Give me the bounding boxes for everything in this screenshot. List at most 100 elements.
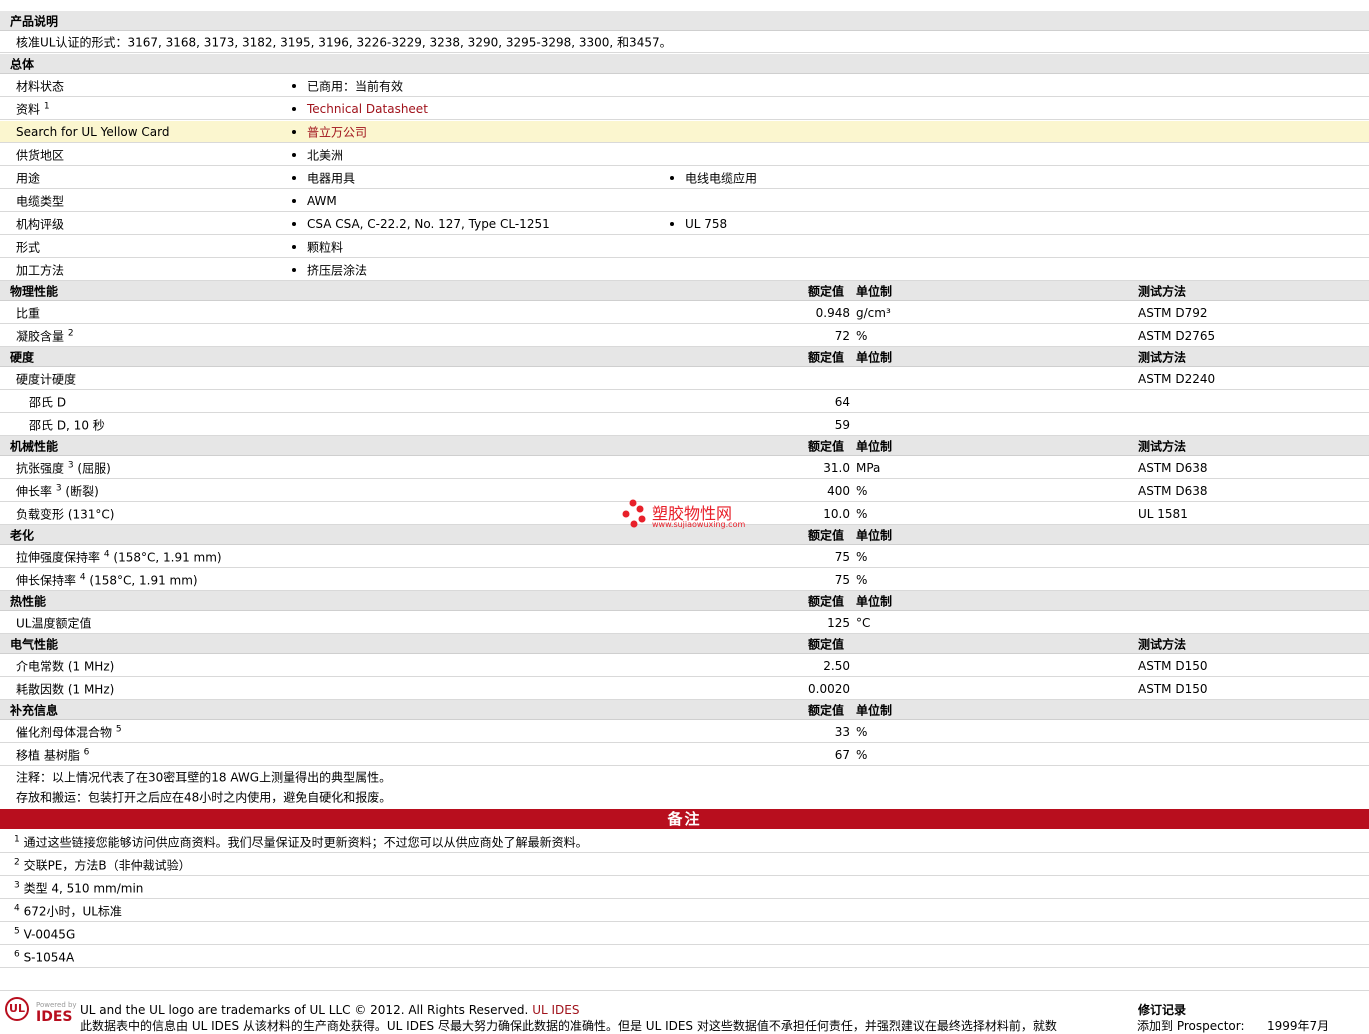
row-value: 72 bbox=[834, 328, 850, 343]
footnote-ref: 4 bbox=[103, 549, 110, 559]
general-row-literature: 资料 1 Technical Datasheet bbox=[0, 98, 1369, 120]
row-label: 拉伸强度保持率 4 (158°C, 1.91 mm) bbox=[16, 549, 222, 564]
row-label: 凝胶含量 2 bbox=[16, 328, 74, 343]
note-line: 存放和搬运：包装打开之后应在48小时之内使用，避免自硬化和报废。 bbox=[0, 787, 1369, 807]
section-header-supplemental: 补充信息 额定值 单位制 bbox=[0, 700, 1369, 720]
section-title: 电气性能 bbox=[10, 637, 59, 651]
general-row-form: 形式 颗粒料 bbox=[0, 236, 1369, 258]
bullet-icon bbox=[292, 267, 296, 272]
row-unit: % bbox=[856, 483, 868, 498]
thermal-row-ul-temp: UL温度额定值 125 °C bbox=[0, 612, 1369, 634]
section-title: 机械性能 bbox=[10, 439, 59, 453]
bullet-icon bbox=[292, 175, 296, 180]
col-nominal: 额定值 bbox=[808, 637, 845, 651]
bullet-icon bbox=[292, 129, 296, 134]
mechanical-row-tensile: 抗张强度 3 (屈服) 31.0 MPa ASTM D638 bbox=[0, 457, 1369, 479]
row-unit: % bbox=[856, 506, 868, 521]
section-header-general: 总体 bbox=[0, 54, 1369, 74]
row-unit: % bbox=[856, 747, 868, 762]
technical-datasheet-link[interactable]: Technical Datasheet bbox=[307, 102, 428, 116]
note-text: 存放和搬运：包装打开之后应在48小时之内使用，避免自硬化和报废。 bbox=[16, 790, 392, 805]
aging-row-tensile-retention: 拉伸强度保持率 4 (158°C, 1.91 mm) 75 % bbox=[0, 546, 1369, 568]
row-label: 催化剂母体混合物 5 bbox=[16, 724, 122, 739]
hardness-row-shore-d-10s: 邵氏 D, 10 秒 59 bbox=[0, 414, 1369, 436]
footnote-ref: 3 bbox=[55, 483, 62, 493]
disclaimer-text: 此数据表中的信息由 UL IDES 从该材料的生产商处获得。UL IDES 尽最… bbox=[80, 1019, 1057, 1033]
section-header-hardness: 硬度 额定值 单位制 测试方法 bbox=[0, 347, 1369, 367]
col-nominal: 额定值 bbox=[808, 703, 845, 717]
row-value: 北美洲 bbox=[307, 148, 344, 162]
section-title: 总体 bbox=[10, 57, 35, 71]
powered-by-text: Powered by bbox=[36, 1001, 77, 1009]
row-label: 伸长保持率 4 (158°C, 1.91 mm) bbox=[16, 572, 198, 587]
general-row-uses: 用途 电器用具 电线电缆应用 bbox=[0, 167, 1369, 189]
row-method: ASTM D2240 bbox=[1138, 371, 1216, 386]
revision-title: 修订记录 bbox=[1138, 1003, 1187, 1017]
remark-text: 4 672小时，UL标准 bbox=[14, 903, 122, 918]
row-value: 挤压层涂法 bbox=[307, 263, 368, 277]
row-label: 用途 bbox=[16, 171, 41, 185]
row-label: 供货地区 bbox=[16, 148, 65, 162]
row-method: ASTM D150 bbox=[1138, 658, 1208, 673]
general-row-yellow-card: Search for UL Yellow Card 普立万公司 bbox=[0, 121, 1369, 143]
row-unit: MPa bbox=[856, 460, 881, 475]
row-value: 59 bbox=[834, 417, 850, 432]
remark-text: 1 通过这些链接您能够访问供应商资料。我们尽量保证及时更新资料；不过您可以从供应… bbox=[14, 834, 588, 849]
row-method: ASTM D638 bbox=[1138, 483, 1208, 498]
ul-logo-icon: UL bbox=[5, 997, 29, 1021]
section-title: 补充信息 bbox=[10, 703, 59, 717]
row-label: 机构评级 bbox=[16, 217, 65, 231]
bullet-icon bbox=[292, 198, 296, 203]
revision-date: 1999年7月 bbox=[1267, 1019, 1330, 1033]
footnote-ref: 1 bbox=[43, 101, 50, 111]
section-header-electrical: 电气性能 额定值 测试方法 bbox=[0, 634, 1369, 654]
section-title: 热性能 bbox=[10, 594, 47, 608]
aging-row-elongation-retention: 伸长保持率 4 (158°C, 1.91 mm) 75 % bbox=[0, 569, 1369, 591]
col-unit: 单位制 bbox=[856, 284, 893, 298]
hardness-row-durometer: 硬度计硬度 ASTM D2240 bbox=[0, 368, 1369, 390]
row-value: UL 758 bbox=[685, 216, 728, 231]
hardness-row-shore-d: 邵氏 D 64 bbox=[0, 391, 1369, 413]
row-value: 75 bbox=[834, 549, 850, 564]
remark-item: 5 V-0045G bbox=[0, 923, 1369, 945]
section-title: 硬度 bbox=[10, 350, 35, 364]
section-header-mechanical: 机械性能 额定值 单位制 测试方法 bbox=[0, 436, 1369, 456]
ul-ides-link[interactable]: UL IDES bbox=[532, 1003, 579, 1017]
row-value: 电线电缆应用 bbox=[685, 171, 758, 185]
row-label: 介电常数 (1 MHz) bbox=[16, 659, 115, 673]
row-method: ASTM D638 bbox=[1138, 460, 1208, 475]
footnote-ref: 3 bbox=[67, 460, 74, 470]
footer: UL Powered by IDES UL and the UL logo ar… bbox=[0, 990, 1369, 1033]
row-label: 抗张强度 3 (屈服) bbox=[16, 460, 111, 475]
col-method: 测试方法 bbox=[1138, 350, 1187, 364]
row-label: 硬度计硬度 bbox=[16, 372, 77, 386]
row-method: ASTM D2765 bbox=[1138, 328, 1216, 343]
row-label: 伸长率 3 (断裂) bbox=[16, 483, 99, 498]
remark-item: 1 通过这些链接您能够访问供应商资料。我们尽量保证及时更新资料；不过您可以从供应… bbox=[0, 831, 1369, 853]
footnote-ref: 6 bbox=[83, 747, 90, 757]
supplemental-row-graft: 移植 基树脂 6 67 % bbox=[0, 744, 1369, 766]
remark-item: 2 交联PE，方法B（非仲裁试验） bbox=[0, 854, 1369, 876]
row-label: UL温度额定值 bbox=[16, 616, 92, 630]
general-row-agency-ratings: 机构评级 CSA CSA, C-22.2, No. 127, Type CL-1… bbox=[0, 213, 1369, 235]
remark-text: 5 V-0045G bbox=[14, 926, 76, 941]
row-value: 0.0020 bbox=[808, 681, 850, 696]
electrical-row-dielectric: 介电常数 (1 MHz) 2.50 ASTM D150 bbox=[0, 655, 1369, 677]
row-method: UL 1581 bbox=[1138, 506, 1188, 521]
row-label: 加工方法 bbox=[16, 263, 65, 277]
row-value: 33 bbox=[834, 724, 850, 739]
row-unit: % bbox=[856, 572, 868, 587]
description-row: 核准UL认证的形式：3167, 3168, 3173, 3182, 3195, … bbox=[0, 31, 1369, 53]
section-title: 老化 bbox=[10, 528, 35, 542]
col-unit: 单位制 bbox=[856, 594, 893, 608]
section-title: 物理性能 bbox=[10, 284, 59, 298]
row-unit: g/cm³ bbox=[856, 305, 891, 320]
row-value: 0.948 bbox=[815, 305, 850, 320]
col-unit: 单位制 bbox=[856, 439, 893, 453]
yellow-card-search-link[interactable]: Search for UL Yellow Card bbox=[16, 125, 169, 139]
row-value: 400 bbox=[827, 483, 850, 498]
supplier-link[interactable]: 普立万公司 bbox=[307, 123, 367, 140]
bullet-icon bbox=[292, 152, 296, 157]
watermark-dots-icon bbox=[622, 499, 646, 528]
row-value: 2.50 bbox=[823, 658, 850, 673]
